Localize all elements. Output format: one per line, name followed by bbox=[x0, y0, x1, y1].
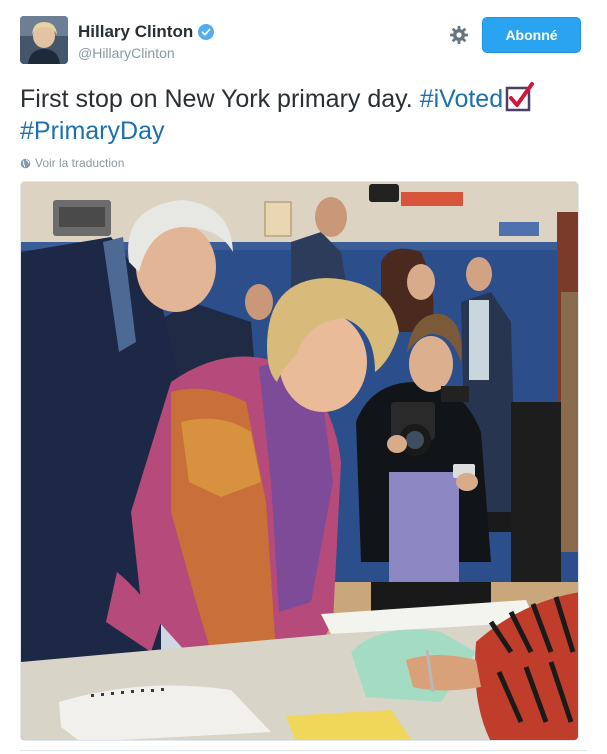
name-block: Hillary Clinton @HillaryClinton bbox=[78, 22, 215, 61]
photo-scene bbox=[21, 182, 578, 740]
tweet-text: First stop on New York primary day. #iVo… bbox=[20, 82, 587, 147]
tweet-body: First stop on New York primary day. bbox=[20, 85, 420, 113]
name-row: Hillary Clinton bbox=[78, 22, 215, 42]
follow-button[interactable]: Abonné bbox=[482, 17, 581, 53]
user-handle[interactable]: @HillaryClinton bbox=[78, 45, 214, 61]
verified-badge-icon bbox=[198, 24, 215, 40]
translate-label: Voir la traduction bbox=[35, 156, 125, 170]
ballot-box-with-check-icon bbox=[505, 82, 535, 112]
display-name[interactable]: Hillary Clinton bbox=[78, 22, 193, 42]
translate-link[interactable]: Voir la traduction bbox=[20, 156, 124, 170]
hashtag-ivoted[interactable]: #iVoted bbox=[420, 85, 503, 113]
hashtag-primaryday[interactable]: #PrimaryDay bbox=[20, 117, 164, 145]
tweet-photo[interactable] bbox=[20, 181, 579, 741]
gear-icon[interactable] bbox=[449, 25, 469, 45]
divider bbox=[20, 750, 587, 751]
globe-icon bbox=[20, 158, 31, 168]
tweet-header: Hillary Clinton @HillaryClinton Abonné bbox=[20, 16, 587, 66]
avatar[interactable] bbox=[20, 16, 68, 64]
